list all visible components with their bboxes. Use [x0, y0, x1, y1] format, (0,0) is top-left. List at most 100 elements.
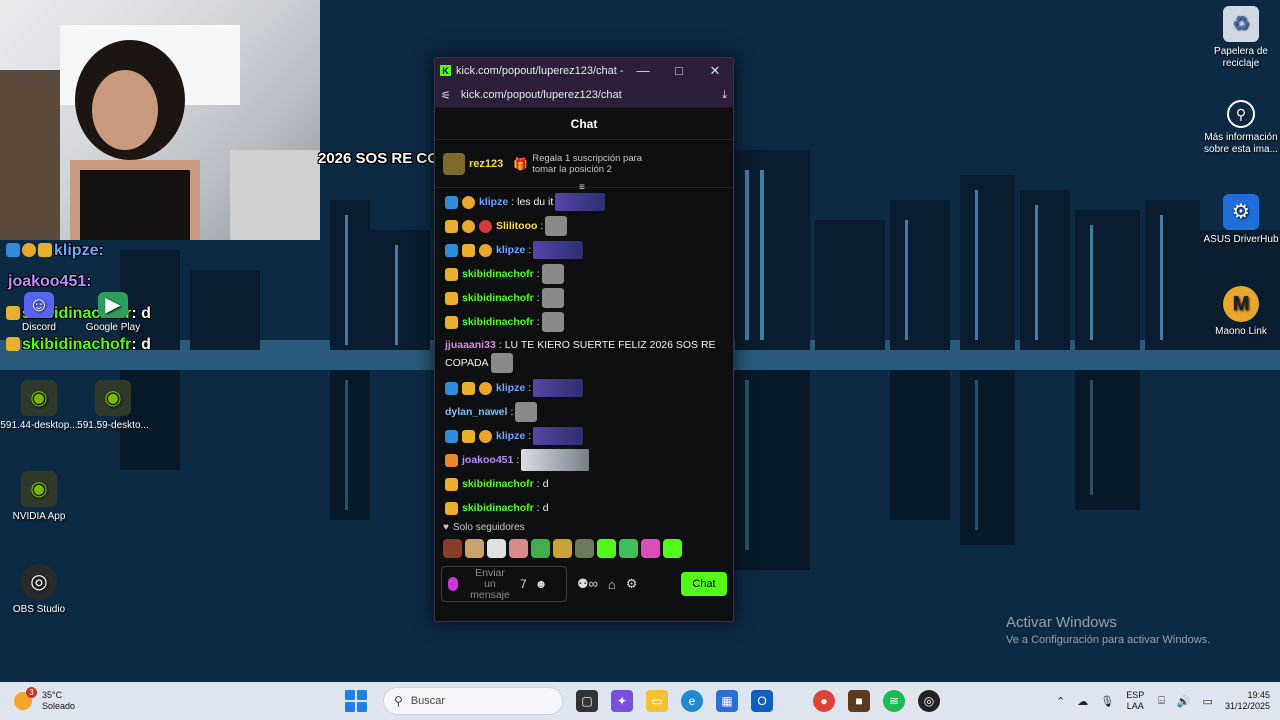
chat-username[interactable]: skibidinachofr [462, 286, 534, 310]
subscriber-leaderboard[interactable]: rez123 🎁 Regala 1 suscripción para tomar… [435, 140, 733, 193]
chat-message-text: d [542, 502, 549, 514]
site-settings-icon[interactable]: ⚟ [441, 89, 451, 102]
input-placeholder: Enviar un mensaje [470, 566, 510, 601]
address-bar[interactable]: ⚟ kick.com/popout/luperez123/chat ⤓ [435, 83, 733, 108]
emote-button[interactable] [553, 539, 572, 558]
desktop-icon-discord[interactable]: ☺ Discord [0, 292, 78, 334]
onedrive-icon[interactable]: ☁ [1077, 695, 1088, 708]
desktop-icon-nvidia-driver-1[interactable]: ◉ 591.44-desktop... [0, 380, 78, 432]
microphone-icon[interactable]: 🎙 [1100, 695, 1114, 708]
infinite-icon[interactable]: ⚉∞ [577, 576, 598, 592]
window-titlebar[interactable]: K kick.com/popout/luperez123/chat - G...… [435, 58, 733, 83]
desktop-icon-asus-driverhub[interactable]: ⚙ ASUS DriverHub [1202, 194, 1280, 246]
chat-message: klipze: [445, 424, 723, 448]
chat-username[interactable]: klipze [496, 424, 525, 448]
orange-badge-icon [445, 453, 458, 467]
chat-separator: : [528, 430, 532, 442]
obs-taskbar-icon[interactable]: ◎ [918, 690, 940, 712]
blue-badge-icon [445, 243, 458, 257]
pinned-username: rez123 [469, 157, 504, 170]
mic-icon[interactable] [448, 577, 458, 591]
desktop-icon-maono-link[interactable]: M Maono Link [1202, 286, 1280, 338]
gold-badge-icon [445, 477, 458, 491]
desktop-icon-label: Maono Link [1215, 326, 1267, 337]
chat-message: joakoo451: [445, 448, 723, 472]
emote-button[interactable] [575, 539, 594, 558]
outlook-icon[interactable]: O [751, 690, 773, 712]
copilot-icon[interactable]: ✦ [611, 690, 633, 712]
chat-username[interactable]: jjuaaani33 [445, 339, 496, 351]
chat-username[interactable]: skibidinachofr [462, 496, 534, 516]
desktop-icon-obs-studio[interactable]: ◎ OBS Studio [0, 564, 78, 616]
close-icon[interactable]: ✕ [697, 63, 733, 79]
desktop-icon-nvidia-app[interactable]: ◉ NVIDIA App [0, 471, 78, 523]
send-chat-button[interactable]: Chat [681, 572, 727, 596]
overlay-user: skibidinachofr [22, 336, 132, 353]
emote-button[interactable] [509, 539, 528, 558]
webcam-person-image [0, 25, 320, 240]
gift-icon: 🎁 [513, 156, 529, 171]
chat-username[interactable]: skibidinachofr [462, 472, 534, 496]
store-icon[interactable]: ⌂ [608, 577, 616, 592]
chat-message: skibidinachofr: [445, 262, 723, 286]
chat-username[interactable]: dylan_nawel [445, 400, 507, 424]
chat-username[interactable]: klipze [496, 238, 525, 262]
emote-button[interactable] [487, 539, 506, 558]
store-icon[interactable]: ▦ [716, 690, 738, 712]
chrome-icon[interactable]: ● [813, 690, 835, 712]
emote-gif-image [521, 449, 590, 471]
download-icon[interactable]: ⤓ [722, 89, 727, 102]
blue-badge-icon [445, 381, 458, 395]
emote-button[interactable] [465, 539, 484, 558]
chat-username[interactable]: klipze [479, 190, 508, 214]
chat-input[interactable]: Enviar un mensaje 7 ☻ [441, 566, 567, 602]
kick-emotes-icon[interactable]: 7 [520, 577, 527, 591]
emote-button[interactable] [597, 539, 616, 558]
gear-icon[interactable]: ⚙ [626, 576, 638, 592]
start-button[interactable] [345, 690, 367, 712]
desktop-icon-nvidia-driver-2[interactable]: ◉ 591.59-deskto... [74, 380, 152, 432]
chat-username[interactable]: skibidinachofr [462, 310, 534, 334]
spotify-icon[interactable]: ≋ [883, 690, 905, 712]
emote-button[interactable] [641, 539, 660, 558]
weather-widget[interactable]: 3 35°C Soleado [0, 687, 200, 712]
chat-message: skibidinachofr: [445, 286, 723, 310]
battery-icon[interactable]: ▭ [1203, 695, 1213, 708]
chevron-up-icon[interactable]: ⌃ [1056, 695, 1065, 708]
chat-message: skibidinachofr: d [445, 496, 723, 516]
maximize-icon[interactable]: □ [661, 63, 697, 78]
desktop-icon-image-info[interactable]: ⚲ Más información sobre esta ima... [1202, 100, 1280, 156]
emoji-icon[interactable]: ☻ [535, 577, 548, 591]
emote-button[interactable] [619, 539, 638, 558]
chat-popup-window[interactable]: K kick.com/popout/luperez123/chat - G...… [434, 57, 734, 622]
language-indicator[interactable]: ESP LAA [1126, 690, 1144, 712]
drag-handle-icon[interactable]: ≡ [579, 183, 591, 193]
task-view-icon[interactable]: ▢ [576, 690, 598, 712]
taskbar-search[interactable]: ⚲ Buscar [383, 687, 563, 715]
chat-message: jjuaaani33: LU TE KIERO SUERTE FELIZ 2026… [445, 334, 723, 376]
emote-button[interactable] [663, 539, 682, 558]
emote-button[interactable] [531, 539, 550, 558]
desktop-icon-label: OBS Studio [12, 604, 66, 615]
minimize-icon[interactable]: — [625, 63, 661, 78]
emote-image [545, 216, 568, 236]
chat-username[interactable]: skibidinachofr [462, 262, 534, 286]
chat-username[interactable]: klipze [496, 376, 525, 400]
volume-icon[interactable]: 🔊 [1177, 695, 1191, 708]
gift-promo[interactable]: Regala 1 suscripción para tomar la posic… [532, 153, 642, 175]
chat-username[interactable]: Slilitooo [496, 214, 537, 238]
edge-icon[interactable]: e [681, 690, 703, 712]
emote-button[interactable] [443, 539, 462, 558]
desktop-icon-google-play[interactable]: ▶ Google Play [74, 292, 152, 334]
file-explorer-icon[interactable]: ▭ [646, 690, 668, 712]
desktop-icon-recycle-bin[interactable]: ♻ Papelera de reciclaje [1202, 6, 1280, 70]
minecraft-icon[interactable]: ■ [848, 690, 870, 712]
emote-image [541, 264, 564, 284]
url-text[interactable]: kick.com/popout/luperez123/chat [461, 89, 722, 101]
clock[interactable]: 19:45 31/12/2025 [1225, 690, 1270, 712]
network-icon[interactable]: ⌸ [1158, 695, 1165, 708]
chat-separator: : [540, 220, 544, 232]
chat-username[interactable]: joakoo451 [462, 448, 513, 472]
window-title: kick.com/popout/luperez123/chat - G... [456, 64, 625, 77]
overlay-chat-line: skibidinachofr: d [6, 336, 151, 354]
